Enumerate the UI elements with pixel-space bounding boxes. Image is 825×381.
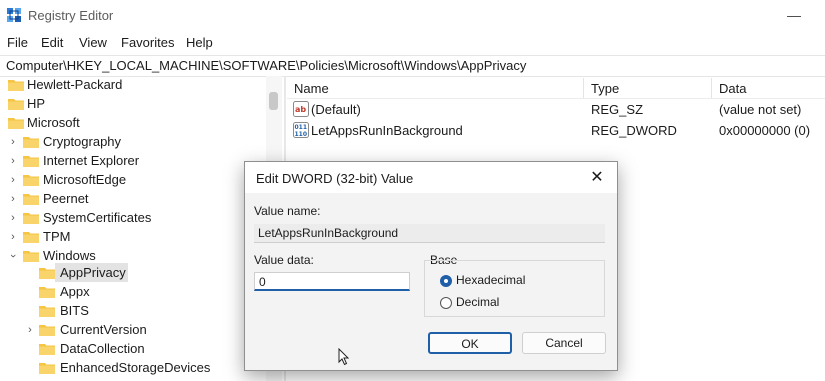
radio-hexadecimal[interactable] [440, 275, 452, 287]
mouse-cursor-icon [338, 348, 350, 366]
menu-bar: File Edit View Favorites Help [0, 32, 825, 53]
menu-file[interactable]: File [7, 35, 28, 50]
base-group: Hexadecimal Decimal [424, 260, 605, 317]
window-title: Registry Editor [28, 8, 114, 23]
folder-icon [23, 175, 39, 186]
folder-icon [39, 268, 55, 279]
chevron-right-icon[interactable]: › [7, 229, 19, 245]
value-type: REG_SZ [591, 102, 644, 117]
edit-dword-dialog: Edit DWORD (32-bit) Value ✕ Value name: … [244, 161, 618, 371]
chevron-right-icon[interactable]: › [7, 134, 19, 150]
tree-item-label: SystemCertificates [43, 210, 152, 225]
column-header-data[interactable]: Data [719, 81, 746, 96]
chevron-right-icon[interactable]: › [7, 172, 19, 188]
value-data: 0x00000000 (0) [719, 123, 811, 138]
folder-icon [23, 156, 39, 167]
menu-edit[interactable]: Edit [41, 35, 63, 50]
menu-help[interactable]: Help [186, 35, 213, 50]
value-data-text: 0 [259, 275, 266, 289]
address-bar[interactable]: Computer\HKEY_LOCAL_MACHINE\SOFTWARE\Pol… [0, 55, 825, 77]
tree-item-label: TPM [43, 229, 71, 244]
folder-icon [39, 325, 55, 336]
minimize-button[interactable]: — [784, 2, 804, 30]
value-name-text: LetAppsRunInBackground [258, 226, 399, 240]
binary-value-icon: 011 110 [293, 122, 309, 138]
value-name-label: Value name: [254, 204, 321, 218]
folder-icon [8, 99, 24, 110]
chevron-down-icon[interactable]: › [5, 250, 21, 262]
column-divider[interactable] [711, 78, 712, 98]
folder-open-icon [8, 118, 24, 129]
tree-item-label: Windows [43, 248, 96, 263]
value-type: REG_DWORD [591, 123, 677, 138]
value-data: (value not set) [719, 102, 802, 117]
ok-button[interactable]: OK [428, 332, 512, 354]
list-row[interactable]: 011 110 LetAppsRunInBackground REG_DWORD… [287, 120, 825, 140]
tree-item-label: DataCollection [60, 341, 145, 356]
column-header-type[interactable]: Type [591, 81, 619, 96]
folder-icon [39, 363, 55, 374]
svg-text:110: 110 [295, 131, 308, 138]
tree-item-label: Hewlett-Packard [27, 77, 123, 92]
menu-favorites[interactable]: Favorites [121, 35, 174, 50]
folder-icon [23, 194, 39, 205]
tree-item-label: EnhancedStorageDevices [60, 360, 211, 375]
radio-decimal[interactable] [440, 297, 452, 309]
tree-item-label: CurrentVersion [60, 322, 147, 337]
svg-text:011: 011 [295, 124, 308, 131]
column-header-name[interactable]: Name [294, 81, 329, 96]
tree-item-label: HP [27, 96, 46, 111]
tree-item-label: AppPrivacy [60, 265, 126, 280]
close-icon[interactable]: ✕ [585, 167, 609, 189]
tree-item-label: Cryptography [43, 134, 122, 149]
folder-icon [23, 232, 39, 243]
list-row[interactable]: ab (Default) REG_SZ (value not set) [287, 99, 825, 119]
chevron-right-icon[interactable]: › [7, 210, 19, 226]
folder-open-icon [23, 251, 39, 262]
folder-icon [39, 344, 55, 355]
dialog-title: Edit DWORD (32-bit) Value [256, 171, 414, 186]
folder-icon [39, 287, 55, 298]
value-name: LetAppsRunInBackground [311, 123, 463, 138]
value-name: (Default) [311, 102, 361, 117]
tree-scrollbar-thumb[interactable] [269, 92, 278, 110]
registry-editor-icon [7, 8, 21, 22]
chevron-right-icon[interactable]: › [7, 153, 19, 169]
folder-icon [39, 306, 55, 317]
svg-text:ab: ab [295, 105, 306, 114]
tree-item-label: BITS [60, 303, 89, 318]
value-data-label: Value data: [254, 253, 314, 267]
radio-hexadecimal-label[interactable]: Hexadecimal [456, 273, 525, 287]
tree-pane: Hewlett-Packard HP Microsoft › Cryptogra… [0, 76, 284, 381]
tree-item-label: Microsoft [27, 115, 80, 130]
address-path: Computer\HKEY_LOCAL_MACHINE\SOFTWARE\Pol… [6, 58, 527, 73]
list-header: Name Type Data [287, 78, 825, 99]
chevron-right-icon[interactable]: › [7, 191, 19, 207]
folder-icon [23, 213, 39, 224]
tree-item-label: Peernet [43, 191, 89, 206]
string-value-icon: ab [293, 101, 309, 117]
value-name-field: LetAppsRunInBackground [254, 224, 605, 243]
title-bar: Registry Editor — [0, 0, 825, 32]
value-data-input[interactable]: 0 [254, 272, 410, 291]
column-divider[interactable] [583, 78, 584, 98]
tree-item-label: MicrosoftEdge [43, 172, 127, 187]
radio-decimal-label[interactable]: Decimal [456, 295, 499, 309]
cancel-button[interactable]: Cancel [522, 332, 606, 354]
tree-item-label: Appx [60, 284, 90, 299]
folder-icon [8, 80, 24, 91]
tree-item-label: Internet Explorer [43, 153, 140, 168]
menu-view[interactable]: View [79, 35, 107, 50]
folder-icon [23, 137, 39, 148]
chevron-right-icon[interactable]: › [24, 322, 36, 338]
